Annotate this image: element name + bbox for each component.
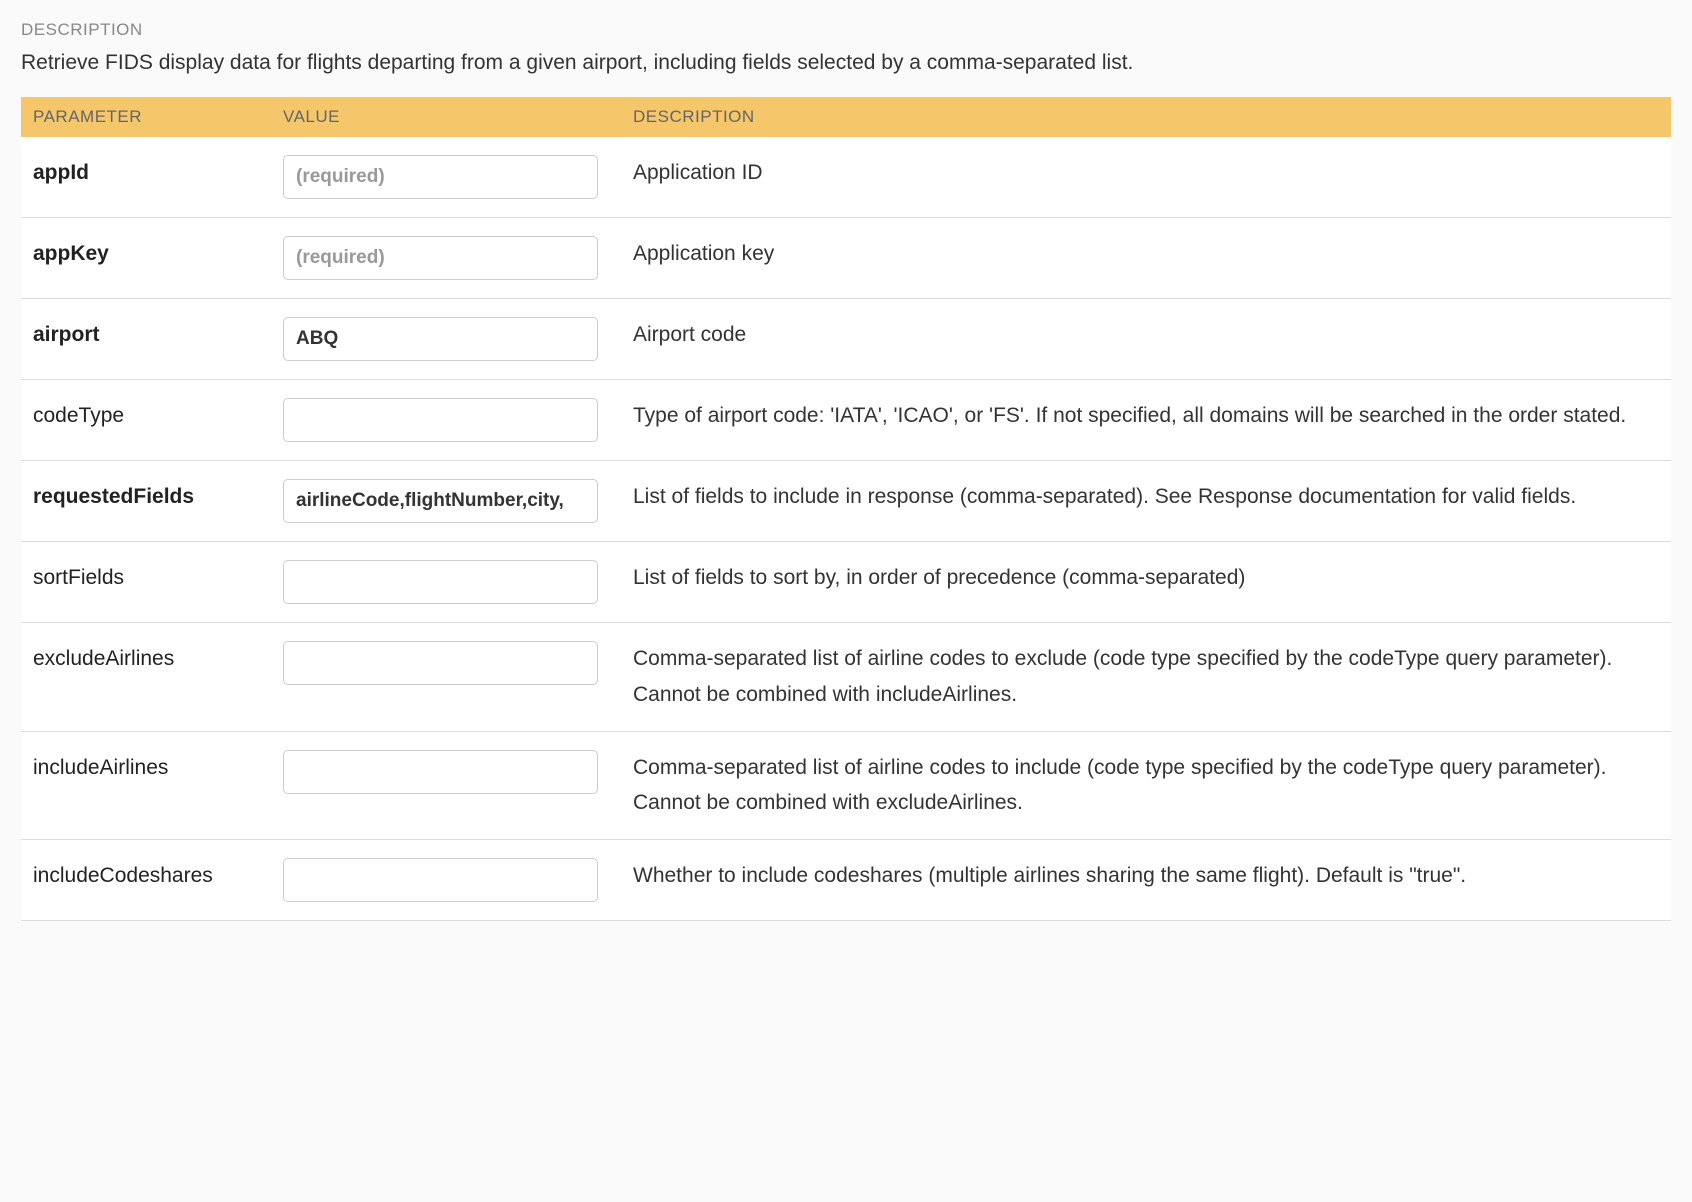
table-row: includeCodeshares Whether to include code… — [21, 840, 1671, 921]
table-row: airport Airport code — [21, 299, 1671, 380]
param-input-excludeAirlines[interactable] — [283, 641, 598, 685]
param-name-excludeAirlines: excludeAirlines — [21, 623, 271, 731]
param-desc-requestedFields: List of fields to include in response (c… — [621, 461, 1671, 542]
param-value-cell — [271, 299, 621, 380]
param-name-appKey: appKey — [21, 218, 271, 299]
param-input-appId[interactable] — [283, 155, 598, 199]
table-row: appKey Application key — [21, 218, 1671, 299]
param-value-cell — [271, 542, 621, 623]
table-row: excludeAirlines Comma-separated list of a… — [21, 623, 1671, 731]
param-value-cell — [271, 731, 621, 839]
param-input-appKey[interactable] — [283, 236, 598, 280]
table-header-row: PARAMETER VALUE DESCRIPTION — [21, 97, 1671, 137]
table-row: sortFields List of fields to sort by, in … — [21, 542, 1671, 623]
param-desc-appId: Application ID — [621, 137, 1671, 218]
api-doc-container: DESCRIPTION Retrieve FIDS display data f… — [21, 20, 1671, 921]
table-row: requestedFields List of fields to include… — [21, 461, 1671, 542]
param-input-sortFields[interactable] — [283, 560, 598, 604]
param-name-appId: appId — [21, 137, 271, 218]
param-name-sortFields: sortFields — [21, 542, 271, 623]
header-value: VALUE — [271, 97, 621, 137]
header-description: DESCRIPTION — [621, 97, 1671, 137]
param-value-cell — [271, 461, 621, 542]
param-desc-codeType: Type of airport code: 'IATA', 'ICAO', or… — [621, 380, 1671, 461]
description-label: DESCRIPTION — [21, 20, 1671, 40]
description-text: Retrieve FIDS display data for flights d… — [21, 48, 1671, 77]
param-name-includeAirlines: includeAirlines — [21, 731, 271, 839]
param-desc-airport: Airport code — [621, 299, 1671, 380]
table-row: codeType Type of airport code: 'IATA', 'I… — [21, 380, 1671, 461]
table-row: includeAirlines Comma-separated list of a… — [21, 731, 1671, 839]
param-desc-excludeAirlines: Comma-separated list of airline codes to… — [621, 623, 1671, 731]
table-row: appId Application ID — [21, 137, 1671, 218]
param-desc-appKey: Application key — [621, 218, 1671, 299]
header-parameter: PARAMETER — [21, 97, 271, 137]
param-input-airport[interactable] — [283, 317, 598, 361]
parameters-table: PARAMETER VALUE DESCRIPTION appId Applica… — [21, 97, 1671, 921]
param-input-codeType[interactable] — [283, 398, 598, 442]
param-name-requestedFields: requestedFields — [21, 461, 271, 542]
param-input-requestedFields[interactable] — [283, 479, 598, 523]
param-value-cell — [271, 840, 621, 921]
param-name-includeCodeshares: includeCodeshares — [21, 840, 271, 921]
param-value-cell — [271, 218, 621, 299]
param-desc-sortFields: List of fields to sort by, in order of p… — [621, 542, 1671, 623]
param-value-cell — [271, 623, 621, 731]
param-value-cell — [271, 137, 621, 218]
param-desc-includeAirlines: Comma-separated list of airline codes to… — [621, 731, 1671, 839]
param-input-includeAirlines[interactable] — [283, 750, 598, 794]
param-value-cell — [271, 380, 621, 461]
param-name-airport: airport — [21, 299, 271, 380]
param-input-includeCodeshares[interactable] — [283, 858, 598, 902]
param-desc-includeCodeshares: Whether to include codeshares (multiple … — [621, 840, 1671, 921]
param-name-codeType: codeType — [21, 380, 271, 461]
